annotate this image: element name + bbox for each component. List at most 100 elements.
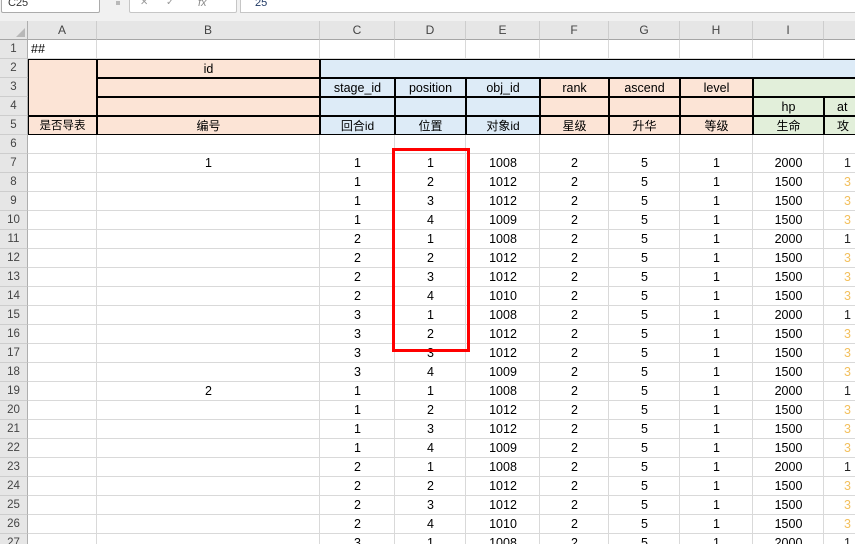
cell-C16[interactable]: 3 xyxy=(320,325,395,344)
cell-I4-hp[interactable]: hp xyxy=(753,97,824,116)
cell-H11[interactable]: 1 xyxy=(680,230,753,249)
cell-A2-A4-merged[interactable] xyxy=(28,59,97,116)
cell-I8[interactable]: 1500 xyxy=(753,173,824,192)
row-header-10[interactable]: 10 xyxy=(0,211,28,230)
cell-J23-atk-clipped[interactable]: 1 xyxy=(824,458,855,477)
cell-H13[interactable]: 1 xyxy=(680,268,753,287)
cell-D26[interactable]: 4 xyxy=(395,515,466,534)
cell-B2-id[interactable]: id xyxy=(97,59,320,78)
cell-F5-star[interactable]: 星级 xyxy=(540,116,609,135)
cell-I20[interactable]: 1500 xyxy=(753,401,824,420)
cell-E22[interactable]: 1009 xyxy=(466,439,540,458)
cell-G9[interactable]: 5 xyxy=(609,192,680,211)
cell-J22-atk-clipped[interactable]: 3 xyxy=(824,439,855,458)
cell-E15[interactable]: 1008 xyxy=(466,306,540,325)
cell-H27[interactable]: 1 xyxy=(680,534,753,544)
cell-J19-atk-clipped[interactable]: 1 xyxy=(824,382,855,401)
cell-F17[interactable]: 2 xyxy=(540,344,609,363)
cell-J10-atk-clipped[interactable]: 3 xyxy=(824,211,855,230)
cell-G12[interactable]: 5 xyxy=(609,249,680,268)
column-header-I[interactable]: I xyxy=(753,21,824,40)
cell-E14[interactable]: 1010 xyxy=(466,287,540,306)
cell-J18-atk-clipped[interactable]: 3 xyxy=(824,363,855,382)
column-header-D[interactable]: D xyxy=(395,21,466,40)
column-header-clipped[interactable] xyxy=(824,21,855,40)
cell-C22[interactable]: 1 xyxy=(320,439,395,458)
cell-C23[interactable]: 2 xyxy=(320,458,395,477)
cell-C9[interactable]: 1 xyxy=(320,192,395,211)
row-header-20[interactable]: 20 xyxy=(0,401,28,420)
cell-J8-atk-clipped[interactable]: 3 xyxy=(824,173,855,192)
cell-D19[interactable]: 1 xyxy=(395,382,466,401)
row-header-4[interactable]: 4 xyxy=(0,97,28,116)
row-header-2[interactable]: 2 xyxy=(0,59,28,78)
row-header-9[interactable]: 9 xyxy=(0,192,28,211)
cell-G3-ascend[interactable]: ascend xyxy=(609,78,680,97)
cell-H26[interactable]: 1 xyxy=(680,515,753,534)
cell-C12[interactable]: 2 xyxy=(320,249,395,268)
cell-F3-rank[interactable]: rank xyxy=(540,78,609,97)
cell-I9[interactable]: 1500 xyxy=(753,192,824,211)
cell-D18[interactable]: 4 xyxy=(395,363,466,382)
cell-H20[interactable]: 1 xyxy=(680,401,753,420)
cell-B19[interactable]: 2 xyxy=(97,382,320,401)
cell-E16[interactable]: 1012 xyxy=(466,325,540,344)
cell-G15[interactable]: 5 xyxy=(609,306,680,325)
cell-E20[interactable]: 1012 xyxy=(466,401,540,420)
column-header-G[interactable]: G xyxy=(609,21,680,40)
cell-E3-obj-id[interactable]: obj_id xyxy=(466,78,540,97)
cell-G7[interactable]: 5 xyxy=(609,154,680,173)
cell-H12[interactable]: 1 xyxy=(680,249,753,268)
formula-input[interactable]: 25 xyxy=(240,0,855,13)
cell-C26[interactable]: 2 xyxy=(320,515,395,534)
cell-J12-atk-clipped[interactable]: 3 xyxy=(824,249,855,268)
cell-G18[interactable]: 5 xyxy=(609,363,680,382)
cell-H7[interactable]: 1 xyxy=(680,154,753,173)
cell-I22[interactable]: 1500 xyxy=(753,439,824,458)
cell-C15[interactable]: 3 xyxy=(320,306,395,325)
cell-D20[interactable]: 2 xyxy=(395,401,466,420)
column-header-F[interactable]: F xyxy=(540,21,609,40)
cell-C17[interactable]: 3 xyxy=(320,344,395,363)
cell-D22[interactable]: 4 xyxy=(395,439,466,458)
cell-A1[interactable]: ## xyxy=(28,40,97,59)
cell-H9[interactable]: 1 xyxy=(680,192,753,211)
cell-C10[interactable]: 1 xyxy=(320,211,395,230)
cell-D3-position[interactable]: position xyxy=(395,78,466,97)
row-header-3[interactable]: 3 xyxy=(0,78,28,97)
cell-F20[interactable]: 2 xyxy=(540,401,609,420)
cell-I15[interactable]: 2000 xyxy=(753,306,824,325)
cell-J17-atk-clipped[interactable]: 3 xyxy=(824,344,855,363)
cell-C2-band[interactable] xyxy=(320,59,855,78)
cell-C11[interactable]: 2 xyxy=(320,230,395,249)
cell-J9-atk-clipped[interactable]: 3 xyxy=(824,192,855,211)
row-header-6[interactable]: 6 xyxy=(0,135,28,154)
cell-D21[interactable]: 3 xyxy=(395,420,466,439)
cell-C25[interactable]: 2 xyxy=(320,496,395,515)
cell-J7-atk-clipped[interactable]: 1 xyxy=(824,154,855,173)
cell-I19[interactable]: 2000 xyxy=(753,382,824,401)
row-header-11[interactable]: 11 xyxy=(0,230,28,249)
cell-I13[interactable]: 1500 xyxy=(753,268,824,287)
cell-I5-hp[interactable]: 生命 xyxy=(753,116,824,135)
row-header-24[interactable]: 24 xyxy=(0,477,28,496)
cell-J24-atk-clipped[interactable]: 3 xyxy=(824,477,855,496)
cell-J5-atk-clipped[interactable]: 攻 xyxy=(824,116,855,135)
cell-G5-ascend[interactable]: 升华 xyxy=(609,116,680,135)
column-header-E[interactable]: E xyxy=(466,21,540,40)
cell-C14[interactable]: 2 xyxy=(320,287,395,306)
cell-F24[interactable]: 2 xyxy=(540,477,609,496)
cell-C21[interactable]: 1 xyxy=(320,420,395,439)
cell-A5-export-flag[interactable]: 是否导表 xyxy=(28,116,97,135)
cell-F13[interactable]: 2 xyxy=(540,268,609,287)
cell-G14[interactable]: 5 xyxy=(609,287,680,306)
cell-I7[interactable]: 2000 xyxy=(753,154,824,173)
cell-C27[interactable]: 3 xyxy=(320,534,395,544)
cell-F23[interactable]: 2 xyxy=(540,458,609,477)
cell-I18[interactable]: 1500 xyxy=(753,363,824,382)
row-header-18[interactable]: 18 xyxy=(0,363,28,382)
cell-H15[interactable]: 1 xyxy=(680,306,753,325)
cell-D4[interactable] xyxy=(395,97,466,116)
row-header-27[interactable]: 27 xyxy=(0,534,28,544)
row-header-1[interactable]: 1 xyxy=(0,40,28,59)
